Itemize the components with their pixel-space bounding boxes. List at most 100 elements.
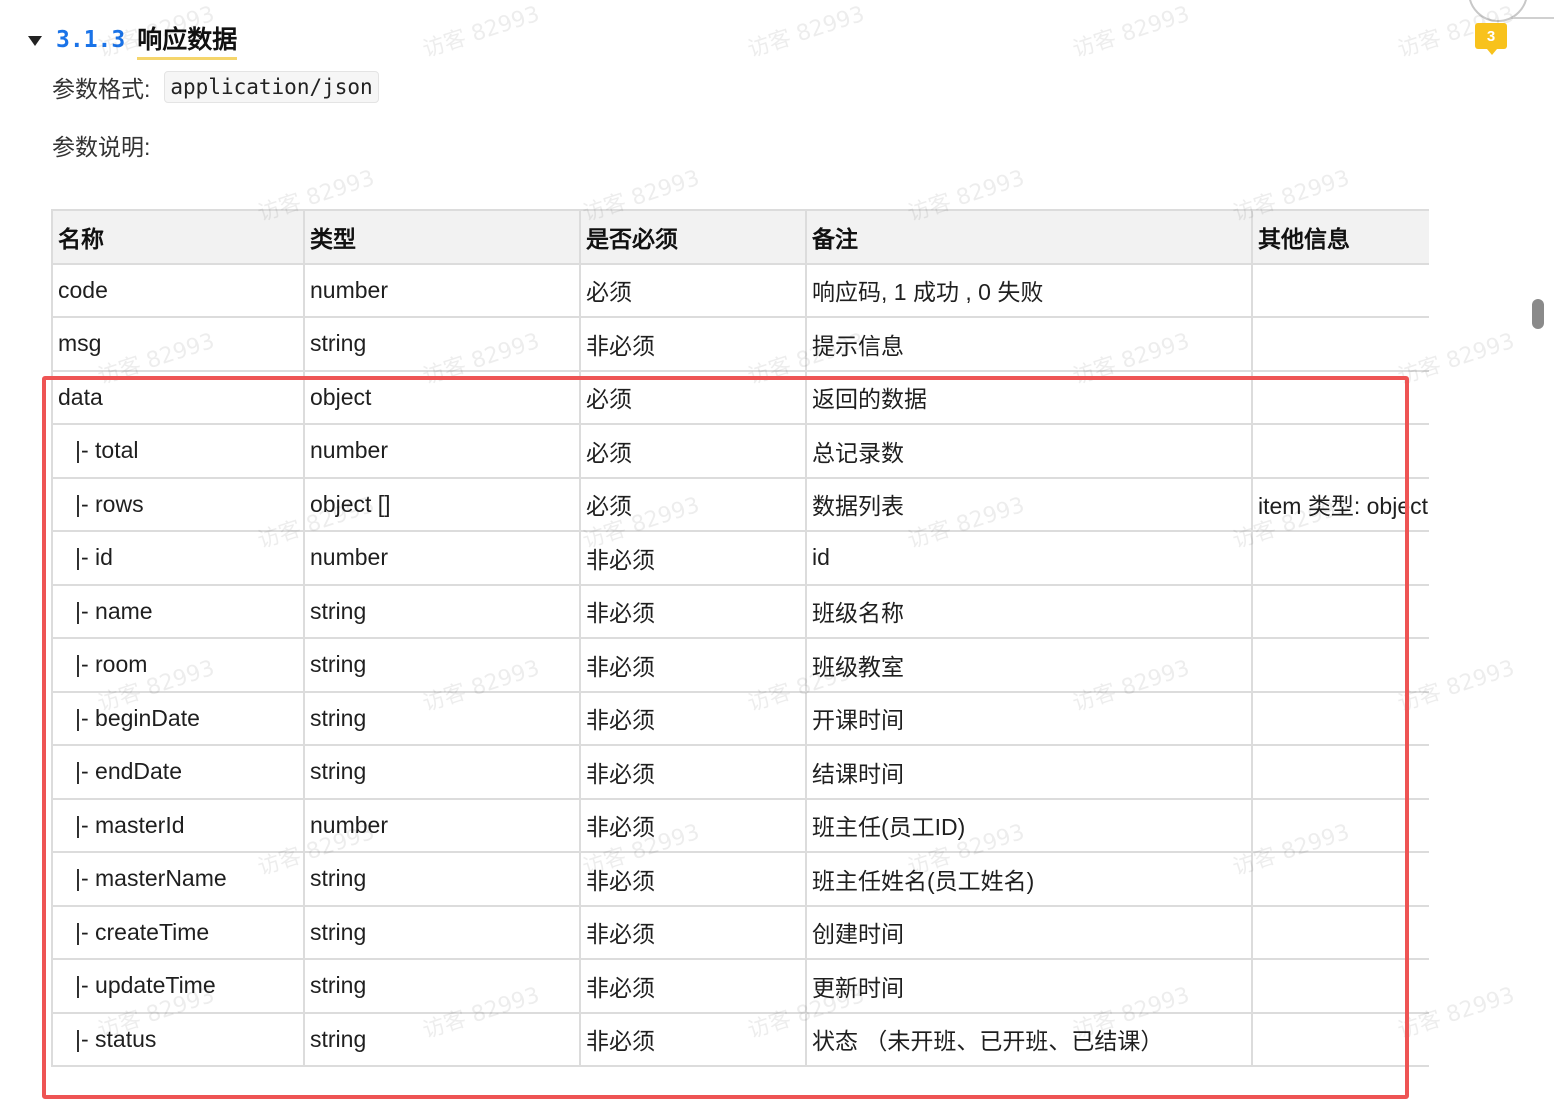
watermark: 访客 82993	[419, 1, 543, 63]
watermark: 访客 82993	[1069, 1, 1193, 63]
cell-other	[1251, 316, 1429, 372]
cell-name: |- masterId	[51, 797, 305, 853]
scrollbar-thumb[interactable]	[1532, 299, 1544, 329]
table-row: |- id number 非必须 id	[51, 530, 1429, 586]
table-row: |- total number 必须 总记录数	[51, 423, 1429, 479]
cell-other	[1251, 423, 1429, 479]
header-type: 类型	[303, 209, 581, 265]
cell-note: 状态 （未开班、已开班、已结课）	[805, 1011, 1253, 1067]
cell-other: item 类型: object	[1251, 476, 1429, 532]
cell-name: |- id	[51, 530, 305, 586]
cell-required: 非必须	[579, 637, 807, 693]
table-row: |- name string 非必须 班级名称	[51, 583, 1429, 639]
cell-note: 创建时间	[805, 904, 1253, 960]
cell-required: 非必须	[579, 690, 807, 746]
cell-type: object []	[303, 476, 581, 532]
cell-type: string	[303, 316, 581, 372]
table-row: code number 必须 响应码, 1 成功 , 0 失败	[51, 262, 1429, 318]
param-description-label: 参数说明:	[52, 134, 151, 160]
cell-type: object	[303, 369, 581, 425]
header-name: 名称	[51, 209, 305, 265]
table-row: |- createTime string 非必须 创建时间	[51, 904, 1429, 960]
cell-name: |- total	[51, 423, 305, 479]
table-row: |- beginDate string 非必须 开课时间	[51, 690, 1429, 746]
cell-note: 班级教室	[805, 637, 1253, 693]
cell-type: string	[303, 851, 581, 907]
response-params-table: 名称 类型 是否必须 备注 其他信息 code number 必须 响应码, 1…	[51, 209, 1429, 1067]
cell-type: string	[303, 904, 581, 960]
cell-type: number	[303, 262, 581, 318]
param-format-label: 参数格式:	[52, 76, 151, 102]
cell-note: 开课时间	[805, 690, 1253, 746]
collapse-caret-icon[interactable]	[28, 36, 42, 46]
cell-other	[1251, 744, 1429, 800]
table-row: |- room string 非必须 班级教室	[51, 637, 1429, 693]
header-other: 其他信息	[1251, 209, 1429, 265]
table-row: |- rows object [] 必须 数据列表 item 类型: objec…	[51, 476, 1429, 532]
cell-required: 必须	[579, 423, 807, 479]
cell-required: 非必须	[579, 583, 807, 639]
cell-required: 必须	[579, 262, 807, 318]
cell-other	[1251, 637, 1429, 693]
cell-note: 总记录数	[805, 423, 1253, 479]
param-format-value: application/json	[164, 71, 379, 103]
section-number: 3.1.3	[56, 27, 126, 53]
cell-other	[1251, 904, 1429, 960]
cell-other	[1251, 851, 1429, 907]
cell-other	[1251, 797, 1429, 853]
table-row: |- updateTime string 非必须 更新时间	[51, 958, 1429, 1014]
cell-other	[1251, 958, 1429, 1014]
cell-other	[1251, 1011, 1429, 1067]
cell-type: string	[303, 744, 581, 800]
cell-name: |- endDate	[51, 744, 305, 800]
comment-count-badge[interactable]: 3	[1475, 23, 1507, 55]
cell-name: |- name	[51, 583, 305, 639]
cell-other	[1251, 690, 1429, 746]
cell-type: string	[303, 1011, 581, 1067]
table-row: |- masterName string 非必须 班主任姓名(员工姓名)	[51, 851, 1429, 907]
watermark: 访客 82993	[744, 1, 868, 63]
section-title: 响应数据	[137, 20, 238, 60]
cell-name: code	[51, 262, 305, 318]
table-row: |- endDate string 非必须 结课时间	[51, 744, 1429, 800]
cell-note: 返回的数据	[805, 369, 1253, 425]
header-required: 是否必须	[579, 209, 807, 265]
cell-type: string	[303, 583, 581, 639]
table-header-row: 名称 类型 是否必须 备注 其他信息	[51, 209, 1429, 265]
cell-name: data	[51, 369, 305, 425]
table-row: |- status string 非必须 状态 （未开班、已开班、已结课）	[51, 1011, 1429, 1067]
cell-required: 非必须	[579, 958, 807, 1014]
cell-note: 响应码, 1 成功 , 0 失败	[805, 262, 1253, 318]
cell-other	[1251, 262, 1429, 318]
response-table-wrapper: 名称 类型 是否必须 备注 其他信息 code number 必须 响应码, 1…	[51, 209, 1429, 1099]
cell-name: |- rows	[51, 476, 305, 532]
divider	[1510, 17, 1554, 19]
cell-name: |- updateTime	[51, 958, 305, 1014]
cell-required: 非必须	[579, 316, 807, 372]
section-heading: 3.1.3 响应数据	[28, 20, 238, 60]
cell-note: id	[805, 530, 1253, 586]
table-row: |- masterId number 非必须 班主任(员工ID)	[51, 797, 1429, 853]
cell-type: number	[303, 797, 581, 853]
cell-type: number	[303, 423, 581, 479]
table-row: data object 必须 返回的数据	[51, 369, 1429, 425]
cell-name: |- beginDate	[51, 690, 305, 746]
header-note: 备注	[805, 209, 1253, 265]
cell-note: 班级名称	[805, 583, 1253, 639]
cell-other	[1251, 583, 1429, 639]
cell-type: string	[303, 958, 581, 1014]
cell-required: 非必须	[579, 530, 807, 586]
cell-required: 非必须	[579, 851, 807, 907]
cell-type: number	[303, 530, 581, 586]
param-format-line: 参数格式: application/json	[52, 70, 379, 104]
cell-name: msg	[51, 316, 305, 372]
cell-note: 提示信息	[805, 316, 1253, 372]
cell-other	[1251, 530, 1429, 586]
cell-required: 非必须	[579, 1011, 807, 1067]
cell-type: string	[303, 637, 581, 693]
cell-name: |- status	[51, 1011, 305, 1067]
cell-note: 结课时间	[805, 744, 1253, 800]
cell-required: 非必须	[579, 744, 807, 800]
cell-note: 更新时间	[805, 958, 1253, 1014]
cell-name: |- createTime	[51, 904, 305, 960]
